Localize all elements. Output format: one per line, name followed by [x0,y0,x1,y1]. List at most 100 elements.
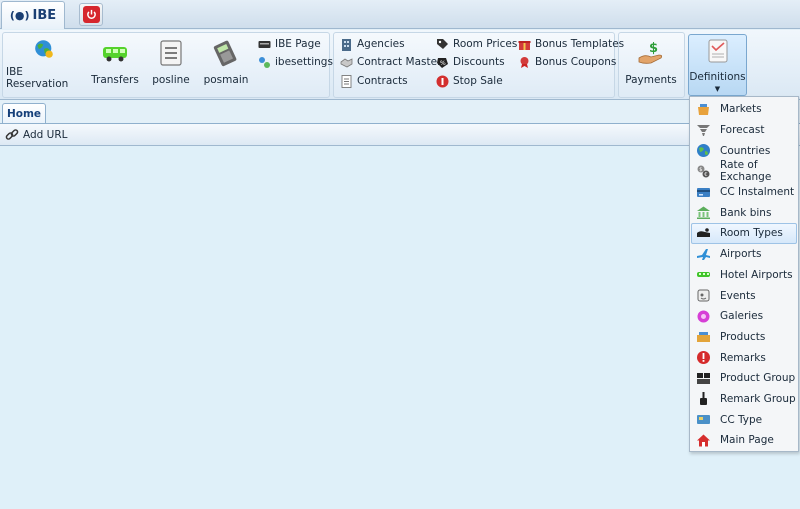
document-tab-strip: Home [0,101,800,124]
menu-item-label: Countries [720,144,771,157]
bonus-coupons-label: Bonus Coupons [535,56,617,68]
menu-item-label: Products [720,330,766,343]
menu-item-forecast[interactable]: Forecast [691,120,797,141]
shuttle-icon [697,272,710,278]
menu-item-bank-bins[interactable]: Bank bins [691,202,797,223]
document-icon [341,74,352,88]
menu-item-products[interactable]: Products [691,327,797,348]
menu-item-label: Remarks [720,351,766,364]
add-url-button[interactable]: Add URL [5,128,68,142]
app-tab-label: IBE [32,8,57,23]
menu-item-label: Rate of Exchange [720,159,772,184]
url-toolbar: Add URL [0,124,800,146]
card-type-icon [697,415,710,425]
definitions-icon [708,39,727,63]
gallery-icon [697,310,710,323]
remark-group-icon [700,392,707,406]
ibe-reservation-button[interactable]: IBE Reservation [6,38,82,90]
svg-text:%: % [440,60,446,67]
menu-item-label: CC Type [720,413,763,426]
events-icon [697,289,710,302]
bonus-coupons-button[interactable]: Bonus Coupons [518,54,616,70]
ibesettings-button[interactable]: ibesettings [258,54,333,70]
discounts-label: Discounts [453,56,505,68]
coupon-icon [520,56,529,68]
list-icon [160,40,182,66]
building-icon [342,38,351,51]
alert-icon [697,351,710,365]
app-tab-ibe[interactable]: (●) IBE [1,1,65,29]
menu-item-events[interactable]: Events [691,285,797,306]
menu-item-remark-group[interactable]: Remark Group [691,389,797,410]
room-prices-button[interactable]: Room Prices [436,36,517,52]
menu-item-markets[interactable]: Markets [691,99,797,120]
discount-icon: % [437,57,448,68]
ibesettings-label: ibesettings [275,56,333,68]
menu-item-product-group[interactable]: Product Group [691,368,797,389]
agencies-button[interactable]: Agencies [340,36,405,52]
market-icon [698,103,709,115]
ibe-logo-icon: (●) [9,9,30,22]
menu-item-label: Airports [720,248,762,261]
svg-text:$: $ [699,167,702,173]
posmain-button[interactable]: posmain [200,38,252,90]
definitions-button[interactable]: Definitions ▼ [688,34,747,96]
menu-item-label: Galeries [720,310,764,323]
menu-item-remarks[interactable]: Remarks [691,347,797,368]
add-url-label: Add URL [23,128,68,141]
menu-item-airports[interactable]: Airports [691,244,797,265]
stop-icon [436,75,449,87]
bed-icon [697,228,710,237]
price-tag-icon [437,38,448,49]
menu-item-hotel-airports[interactable]: Hotel Airports [691,265,797,286]
contract-master-label: Contract Master [357,56,442,68]
menu-item-main-page[interactable]: Main Page [691,430,797,451]
power-button[interactable] [79,3,103,26]
svg-text:$: $ [649,41,658,56]
home-content-area: Add URL [0,123,800,509]
money-hand-icon: $ [638,41,663,64]
bonus-templates-label: Bonus Templates [535,38,625,50]
home-icon [697,434,710,447]
menu-item-label: CC Instalment [720,186,795,199]
airplane-icon [697,248,710,260]
transfers-button[interactable]: Transfers [90,38,140,90]
definitions-label: Definitions [689,71,746,83]
menu-item-label: Forecast [720,124,765,137]
bonus-templates-button[interactable]: Bonus Templates [518,36,624,52]
posline-button[interactable]: posline [148,38,194,90]
chevron-down-icon: ▼ [714,85,721,93]
menu-item-cc-instalment[interactable]: CC Instalment [691,182,797,203]
discounts-button[interactable]: % Discounts [436,54,505,70]
ibe-page-button[interactable]: IBE Page [258,36,321,52]
transfers-label: Transfers [91,74,139,86]
menu-item-label: Bank bins [720,206,772,219]
gift-icon [518,40,531,50]
menu-item-cc-type[interactable]: CC Type [691,409,797,430]
posmain-label: posmain [203,74,249,86]
pos-terminal-icon [213,40,237,67]
menu-item-rate-of-exchange[interactable]: $ € Rate of Exchange [691,159,797,184]
contracts-button[interactable]: Contracts [340,73,408,89]
payments-button[interactable]: $ Payments [622,38,680,90]
ribbon-toolbar: IBE Reservation Transfers posline posmai… [0,30,800,100]
ibe-page-label: IBE Page [275,38,321,50]
definitions-menu: Markets Forecast Countries $ € Rate of Ex… [689,96,799,452]
menu-item-galeries[interactable]: Galeries [691,306,797,327]
menu-item-countries[interactable]: Countries [691,140,797,161]
contract-master-button[interactable]: Contract Master [340,54,441,70]
link-icon [5,128,19,140]
menu-item-room-types[interactable]: Room Types [691,223,797,244]
svg-text:€: € [704,172,707,178]
exchange-icon: $€ [697,165,710,178]
page-icon [258,40,271,48]
bus-icon [103,47,127,62]
menu-item-label: Markets [720,103,762,116]
ibe-reservation-label: IBE Reservation [6,66,69,90]
stop-sale-button[interactable]: Stop Sale [436,73,503,89]
posline-label: posline [152,74,190,86]
contracts-label: Contracts [357,75,408,87]
settings-icon [259,56,270,68]
product-group-icon [697,372,710,384]
tab-home[interactable]: Home [2,103,46,124]
